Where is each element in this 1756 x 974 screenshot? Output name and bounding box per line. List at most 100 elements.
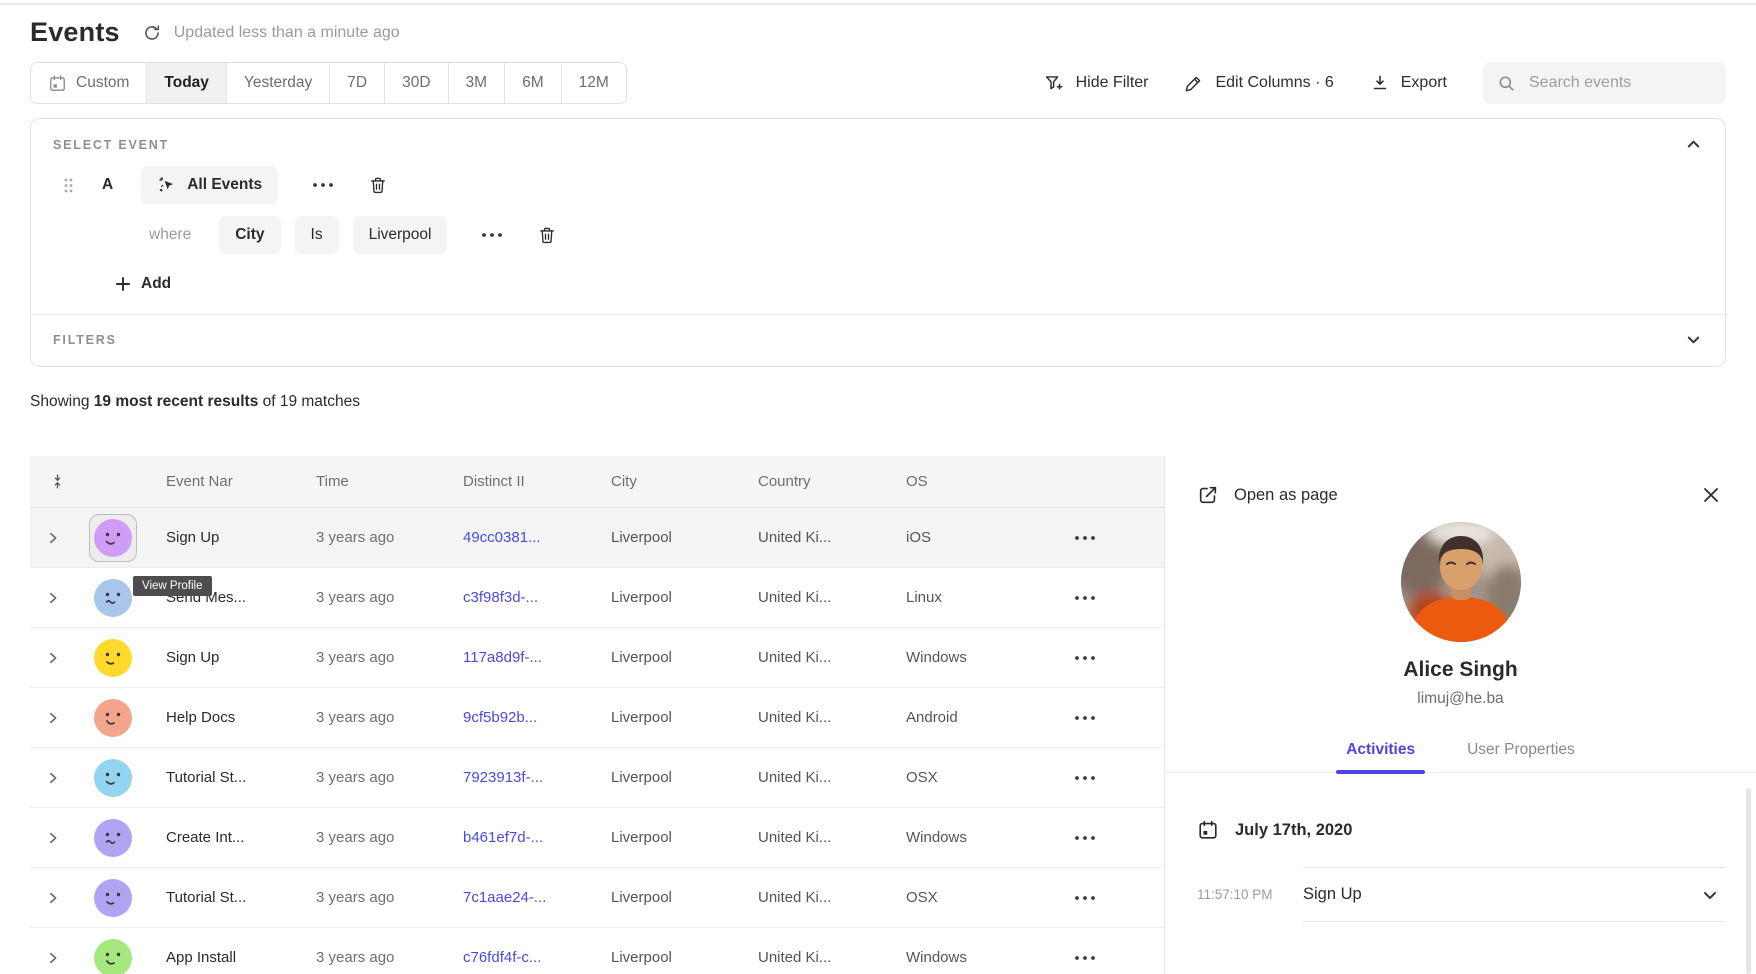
user-avatar[interactable] xyxy=(94,939,132,974)
refresh-button[interactable] xyxy=(138,19,166,47)
row-menu-button[interactable] xyxy=(1068,529,1102,547)
row-menu-button[interactable] xyxy=(1068,949,1102,967)
user-avatar[interactable] xyxy=(94,699,132,737)
table-row[interactable]: Send Mes... 3 years ago c3f98f3d-... Liv… xyxy=(30,568,1164,628)
distinct-id-link[interactable]: 7c1aae24-... xyxy=(463,889,546,906)
filter-property-chip[interactable]: City xyxy=(219,216,280,254)
table-row[interactable]: Sign Up 3 years ago 117a8d9f-... Liverpo… xyxy=(30,628,1164,688)
date-range-12m[interactable]: 12M xyxy=(562,63,626,103)
distinct-id-link[interactable]: 7923913f-... xyxy=(463,769,543,786)
hide-filter-label: Hide Filter xyxy=(1076,74,1149,92)
event-more-button[interactable] xyxy=(308,178,338,192)
row-expand-chevron[interactable] xyxy=(42,947,64,969)
date-range-control: Custom TodayYesterday7D 30D 3M6M12M xyxy=(30,62,627,104)
row-menu-button[interactable] xyxy=(1068,889,1102,907)
distinct-id-link[interactable]: b461ef7d-... xyxy=(463,829,543,846)
tab-activities[interactable]: Activities xyxy=(1340,740,1421,772)
drag-handle-icon[interactable] xyxy=(61,175,76,196)
panel-scrollbar[interactable] xyxy=(1746,788,1751,974)
table-row[interactable]: Help Docs 3 years ago 9cf5b92b... Liverp… xyxy=(30,688,1164,748)
close-panel-button[interactable] xyxy=(1698,482,1724,508)
add-event-button[interactable]: Add xyxy=(109,274,177,294)
filter-operator-chip[interactable]: Is xyxy=(295,216,339,254)
event-name-cell: App Install xyxy=(150,949,300,966)
open-as-page-label: Open as page xyxy=(1234,486,1338,505)
user-avatar[interactable] xyxy=(94,759,132,797)
row-menu-button[interactable] xyxy=(1068,649,1102,667)
activity-event-name: Sign Up xyxy=(1303,885,1362,904)
tab-label: Activities xyxy=(1346,741,1415,758)
column-header-country: Country xyxy=(742,473,890,490)
distinct-id-link[interactable]: c3f98f3d-... xyxy=(463,589,538,606)
row-expand-chevron[interactable] xyxy=(42,887,64,909)
filter-delete-button[interactable] xyxy=(535,223,559,248)
country-cell: United Ki... xyxy=(742,889,890,906)
row-expand-chevron[interactable] xyxy=(42,527,64,549)
export-button[interactable]: Export xyxy=(1370,73,1447,93)
chevron-down-icon xyxy=(1686,332,1701,347)
collapse-section-button[interactable] xyxy=(1684,135,1703,154)
distinct-id-link[interactable]: 117a8d9f-... xyxy=(463,649,542,666)
open-as-page-button[interactable]: Open as page xyxy=(1197,484,1338,506)
row-menu-button[interactable] xyxy=(1068,709,1102,727)
event-selector-chip[interactable]: All Events xyxy=(141,166,278,204)
distinct-id-link[interactable]: 9cf5b92b... xyxy=(463,709,537,726)
city-cell: Liverpool xyxy=(595,529,742,546)
user-avatar[interactable] xyxy=(94,639,132,677)
user-avatar[interactable] xyxy=(94,579,132,617)
filter-value-chip[interactable]: Liverpool xyxy=(353,216,448,254)
column-header-os: OS xyxy=(890,473,1020,490)
row-menu-button[interactable] xyxy=(1068,829,1102,847)
city-cell: Liverpool xyxy=(595,769,742,786)
filter-more-button[interactable] xyxy=(477,228,507,242)
calendar-icon xyxy=(1197,819,1219,841)
event-delete-button[interactable] xyxy=(366,173,390,198)
search-input[interactable] xyxy=(1527,73,1712,93)
os-cell: OSX xyxy=(890,889,1020,906)
row-expand-chevron[interactable] xyxy=(42,587,64,609)
more-icon xyxy=(1074,955,1096,961)
row-expand-chevron[interactable] xyxy=(42,827,64,849)
user-avatar[interactable] xyxy=(89,514,137,562)
table-row[interactable]: Tutorial St... 3 years ago 7c1aae24-... … xyxy=(30,868,1164,928)
trash-icon xyxy=(368,175,388,196)
event-cursor-icon xyxy=(157,175,177,195)
activity-event-row[interactable]: Sign Up xyxy=(1303,867,1726,922)
row-menu-button[interactable] xyxy=(1068,589,1102,607)
date-range-3m[interactable]: 3M xyxy=(449,63,506,103)
hide-filter-button[interactable]: Hide Filter xyxy=(1044,73,1149,94)
date-range-today[interactable]: Today xyxy=(147,63,227,103)
row-menu-button[interactable] xyxy=(1068,769,1102,787)
chevron-down-icon xyxy=(1702,887,1718,903)
row-expand-chevron[interactable] xyxy=(42,647,64,669)
distinct-id-link[interactable]: 49cc0381... xyxy=(463,529,541,546)
view-profile-tooltip: View Profile xyxy=(133,576,212,596)
date-range-6m[interactable]: 6M xyxy=(505,63,562,103)
table-row[interactable]: Create Int... 3 years ago b461ef7d-... L… xyxy=(30,808,1164,868)
date-range-label: Custom xyxy=(76,74,129,92)
pencil-icon xyxy=(1184,73,1204,93)
table-row[interactable]: Tutorial St... 3 years ago 7923913f-... … xyxy=(30,748,1164,808)
distinct-id-link[interactable]: c76fdf4f-c... xyxy=(463,949,541,966)
expand-filters-button[interactable] xyxy=(1684,330,1703,349)
os-cell: Windows xyxy=(890,949,1020,966)
tab-user-properties[interactable]: User Properties xyxy=(1461,740,1581,772)
more-icon xyxy=(1074,655,1096,661)
collapse-rows-icon[interactable] xyxy=(47,471,68,492)
os-cell: Android xyxy=(890,709,1020,726)
user-avatar[interactable] xyxy=(94,879,132,917)
row-expand-chevron[interactable] xyxy=(42,707,64,729)
table-row[interactable]: Sign Up 3 years ago 49cc0381... Liverpoo… xyxy=(30,508,1164,568)
row-expand-chevron[interactable] xyxy=(42,767,64,789)
user-avatar[interactable] xyxy=(94,819,132,857)
date-range-30d[interactable]: 30D xyxy=(385,63,448,103)
os-cell: iOS xyxy=(890,529,1020,546)
edit-columns-button[interactable]: Edit Columns · 6 xyxy=(1184,73,1333,93)
date-range-7d[interactable]: 7D xyxy=(330,63,385,103)
column-header-distinct-id: Distinct II xyxy=(447,473,595,490)
date-range-custom[interactable]: Custom xyxy=(31,63,147,103)
date-range-yesterday[interactable]: Yesterday xyxy=(227,63,330,103)
table-row[interactable]: App Install 3 years ago c76fdf4f-c... Li… xyxy=(30,928,1164,974)
date-range-label: 30D xyxy=(402,74,430,92)
country-cell: United Ki... xyxy=(742,949,890,966)
